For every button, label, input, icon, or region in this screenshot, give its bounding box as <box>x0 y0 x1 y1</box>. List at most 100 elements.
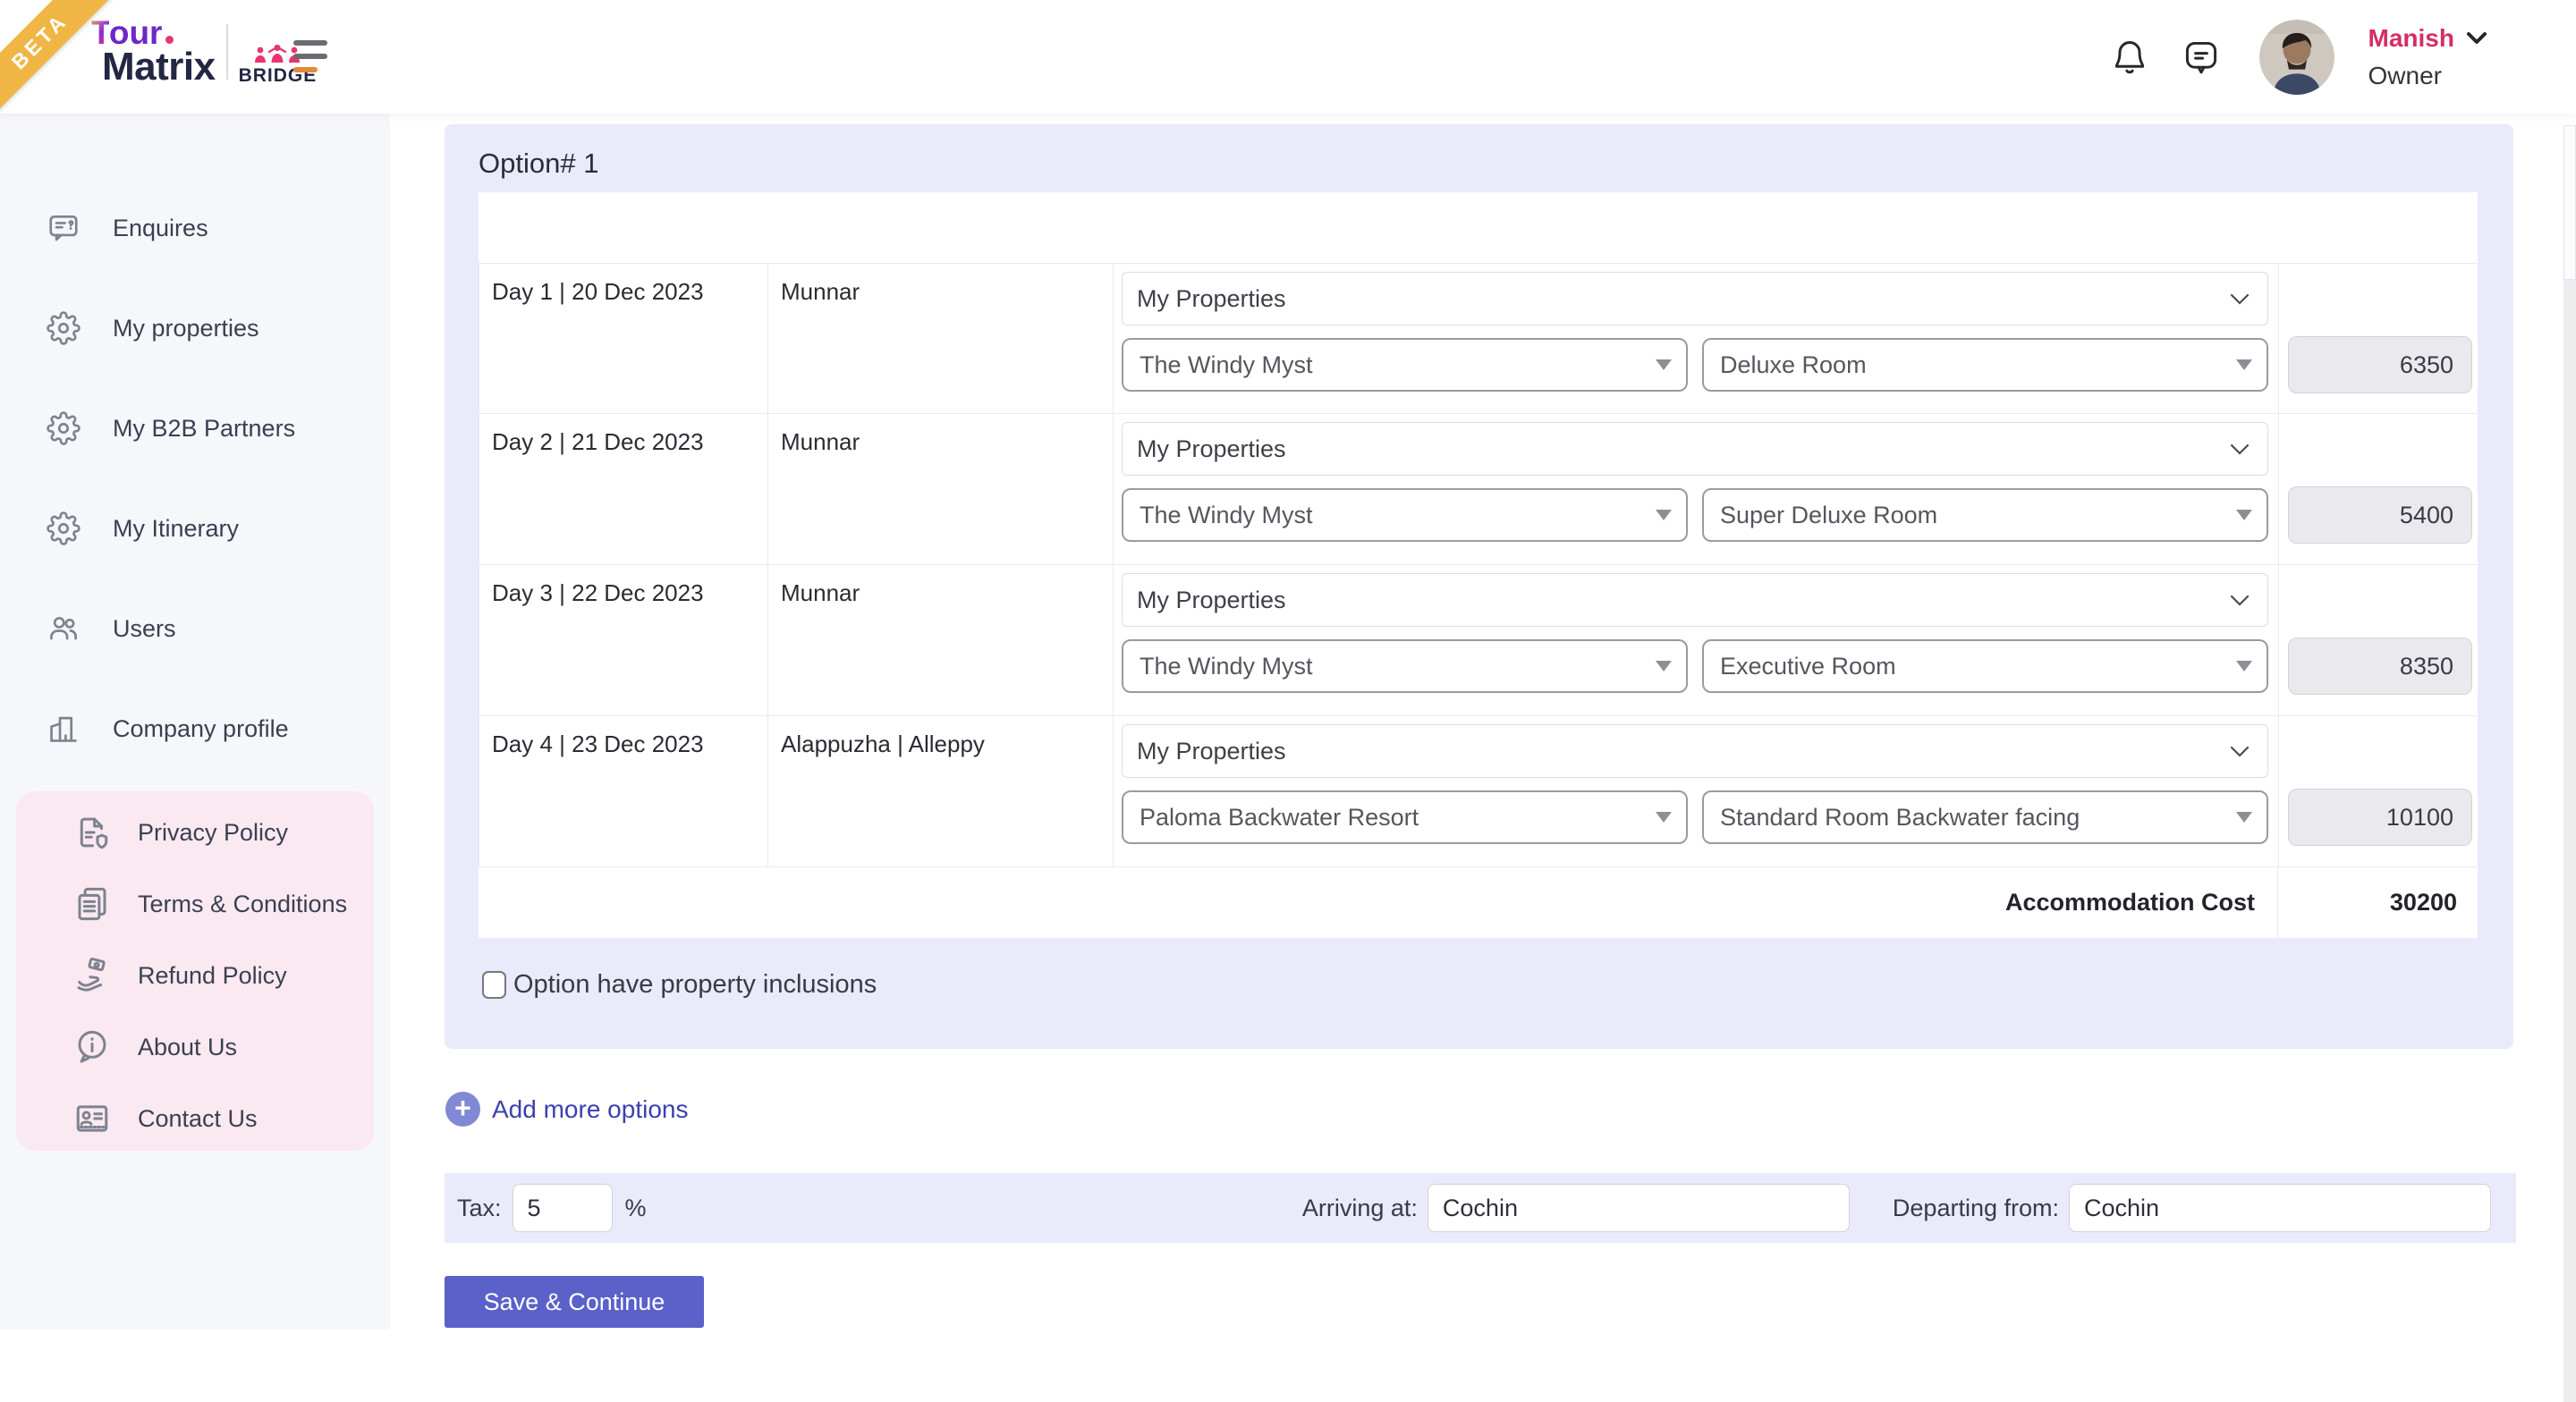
property-group-select[interactable]: My Properties <box>1122 724 2268 778</box>
sidebar-item-label: My properties <box>113 315 259 342</box>
sidebar-item-about-us[interactable]: About Us <box>16 1011 374 1083</box>
option-title: Option# 1 <box>479 148 598 180</box>
messages-chat-icon[interactable] <box>2181 37 2222 78</box>
tax-percent-sign: % <box>625 1195 647 1222</box>
day-cell: Day 4 | 23 Dec 2023 <box>479 716 767 866</box>
chevron-down-icon <box>2230 443 2250 455</box>
gear-icon <box>47 411 80 445</box>
sidebar-item-my-properties[interactable]: My properties <box>0 303 390 353</box>
cost-cell <box>2278 565 2479 715</box>
property-inclusions-checkbox[interactable] <box>482 971 506 999</box>
save-continue-button[interactable]: Save & Continue <box>445 1276 704 1328</box>
sidebar-item-label: My B2B Partners <box>113 415 295 443</box>
enquiry-chat-icon <box>47 211 80 245</box>
arriving-group: Arriving at: <box>1302 1184 1850 1232</box>
cost-cell <box>2278 264 2479 413</box>
room-cost-input[interactable] <box>2288 336 2472 393</box>
room-cost-input[interactable] <box>2288 638 2472 695</box>
sidebar-item-users[interactable]: Users <box>0 604 390 654</box>
property-inclusions-row: Option have property inclusions <box>482 970 877 1000</box>
chevron-down-icon <box>2230 595 2250 606</box>
property-inclusions-label: Option have property inclusions <box>513 970 877 1000</box>
gear-icon <box>47 311 80 345</box>
room-select[interactable]: Executive Room <box>1702 639 2268 693</box>
sidebar-item-my-itinerary[interactable]: My Itinerary <box>0 503 390 553</box>
arriving-at-input[interactable] <box>1428 1184 1850 1232</box>
location-cell: Alappuzha | Alleppy <box>767 716 1113 866</box>
sidebar-item-label: Enquires <box>113 215 208 242</box>
property-group-select[interactable]: My Properties <box>1122 422 2268 476</box>
selects-cell: My Properties The Windy Myst Deluxe Room <box>1113 264 2278 413</box>
room-select[interactable]: Standard Room Backwater facing <box>1702 790 2268 844</box>
dropdown-triangle-icon <box>2236 510 2252 520</box>
property-select[interactable]: The Windy Myst <box>1122 488 1688 542</box>
tax-input[interactable] <box>513 1184 613 1232</box>
table-row: Day 2 | 21 Dec 2023 Munnar My Properties… <box>479 414 2478 565</box>
user-avatar[interactable] <box>2259 20 2334 95</box>
contact-card-icon <box>73 1100 111 1137</box>
hand-money-icon <box>73 957 111 994</box>
location-cell: Munnar <box>767 264 1113 413</box>
sidebar-item-label: Company profile <box>113 715 289 743</box>
scrollbar-track[interactable] <box>2563 280 2576 1402</box>
user-menu[interactable]: Manish Owner <box>2368 24 2487 90</box>
dropdown-triangle-icon <box>2236 661 2252 671</box>
property-select[interactable]: The Windy Myst <box>1122 639 1688 693</box>
scrollbar-thumb[interactable] <box>2563 125 2576 280</box>
accommodation-cost-label: Accommodation Cost <box>479 889 2277 916</box>
property-select[interactable]: Paloma Backwater Resort <box>1122 790 1688 844</box>
day-cell: Day 2 | 21 Dec 2023 <box>479 414 767 564</box>
itinerary-table: Day 1 | 20 Dec 2023 Munnar My Properties… <box>479 263 2478 938</box>
policy-links-box: Privacy Policy Terms & Conditions <box>16 791 374 1151</box>
property-group-select[interactable]: My Properties <box>1122 272 2268 325</box>
app-root: BETA Tour Matrix BR <box>0 0 2576 1402</box>
sidebar-item-refund-policy[interactable]: Refund Policy <box>16 940 374 1011</box>
logo-divider <box>226 24 228 80</box>
sidebar-item-terms-conditions[interactable]: Terms & Conditions <box>16 868 374 940</box>
property-group-select[interactable]: My Properties <box>1122 573 2268 627</box>
sidebar-item-contact-us[interactable]: Contact Us <box>16 1083 374 1154</box>
itinerary-panel: Day 1 | 20 Dec 2023 Munnar My Properties… <box>479 192 2478 938</box>
pages-icon <box>73 885 111 923</box>
sidebar-item-company-profile[interactable]: Company profile <box>0 704 390 754</box>
dropdown-triangle-icon <box>1656 661 1672 671</box>
menu-hamburger-icon[interactable] <box>293 40 329 72</box>
add-more-options-label: Add more options <box>492 1095 688 1124</box>
departing-group: Departing from: <box>1893 1184 2491 1232</box>
selects-cell: My Properties Paloma Backwater Resort St… <box>1113 716 2278 866</box>
sidebar-item-label: Contact Us <box>138 1105 258 1133</box>
top-header: BETA Tour Matrix BR <box>0 0 2576 114</box>
table-row: Day 1 | 20 Dec 2023 Munnar My Properties… <box>479 263 2478 414</box>
add-more-options-button[interactable]: + Add more options <box>445 1092 688 1127</box>
room-select[interactable]: Super Deluxe Room <box>1702 488 2268 542</box>
departing-from-label: Departing from: <box>1893 1195 2059 1222</box>
room-cost-input[interactable] <box>2288 789 2472 846</box>
day-cell: Day 1 | 20 Dec 2023 <box>479 264 767 413</box>
sidebar-item-b2b-partners[interactable]: My B2B Partners <box>0 403 390 453</box>
sidebar-item-label: Privacy Policy <box>138 819 288 847</box>
user-name: Manish <box>2368 24 2454 53</box>
logo-matrix: Matrix <box>102 47 216 87</box>
sidebar: Enquires My properties My B2B Partners <box>0 114 390 1330</box>
header-right-cluster: Manish Owner <box>2109 0 2487 114</box>
accommodation-total-row: Accommodation Cost 30200 <box>479 867 2478 938</box>
table-row: Day 4 | 23 Dec 2023 Alappuzha | Alleppy … <box>479 716 2478 867</box>
sidebar-item-label: Refund Policy <box>138 962 287 990</box>
user-role: Owner <box>2368 62 2487 90</box>
room-select[interactable]: Deluxe Room <box>1702 338 2268 392</box>
property-select[interactable]: The Windy Myst <box>1122 338 1688 392</box>
sidebar-item-enquires[interactable]: Enquires <box>0 203 390 253</box>
dropdown-triangle-icon <box>2236 812 2252 823</box>
tax-city-bar: Tax: % Arriving at: Departing from: <box>445 1173 2516 1243</box>
sidebar-item-label: Terms & Conditions <box>138 891 347 918</box>
chevron-down-icon <box>2230 746 2250 757</box>
notifications-bell-icon[interactable] <box>2109 37 2150 78</box>
location-cell: Munnar <box>767 565 1113 715</box>
room-cost-input[interactable] <box>2288 486 2472 544</box>
accommodation-cost-value: 30200 <box>2277 867 2478 938</box>
chevron-down-icon <box>2230 293 2250 305</box>
dropdown-triangle-icon <box>1656 359 1672 370</box>
chevron-down-icon <box>2467 32 2487 45</box>
sidebar-item-privacy-policy[interactable]: Privacy Policy <box>16 797 374 868</box>
departing-from-input[interactable] <box>2069 1184 2491 1232</box>
